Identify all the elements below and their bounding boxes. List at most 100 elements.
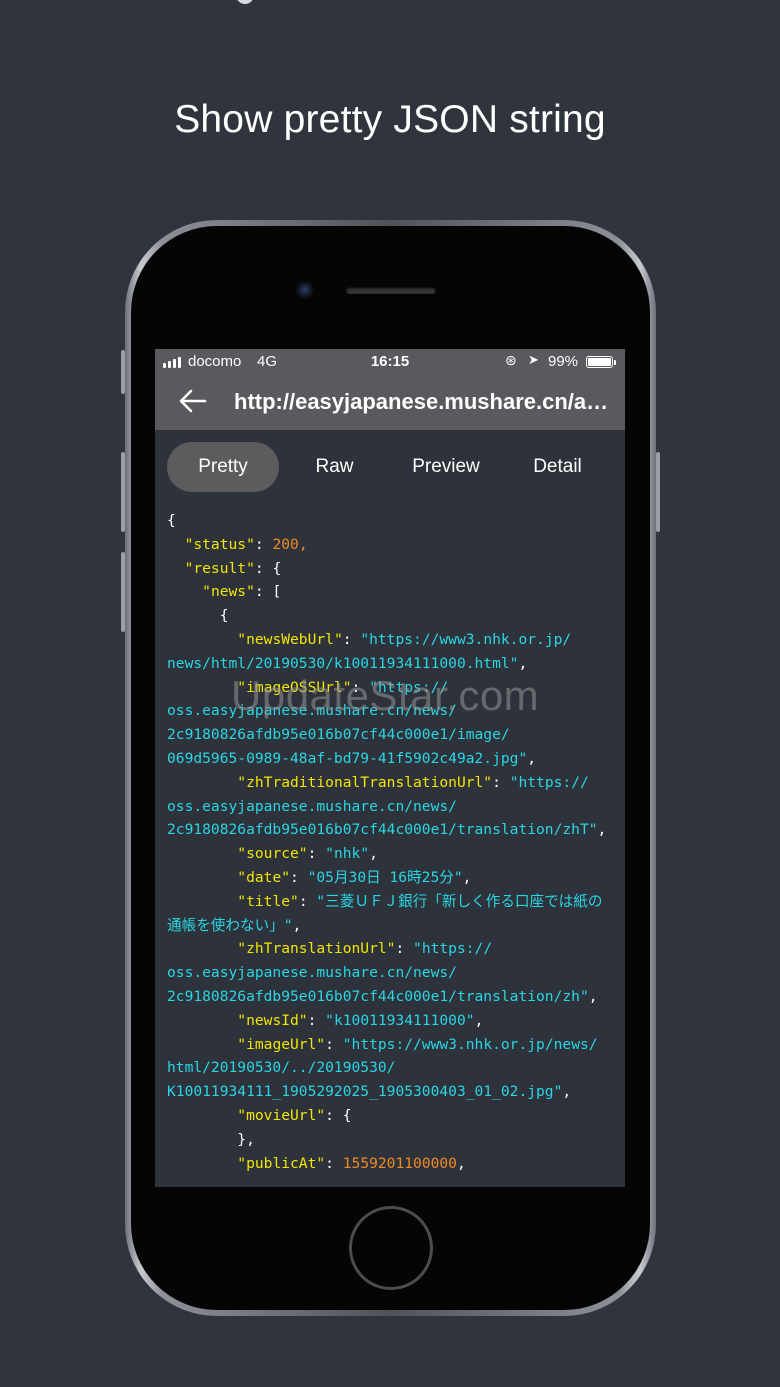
json-token: K10011934111_1905292025_1905300403_01_02… <box>167 1083 563 1101</box>
volume-down-button <box>121 552 125 632</box>
json-line: oss.easyjapanese.mushare.cn/news/ <box>167 699 625 723</box>
tab-preview[interactable]: Preview <box>390 442 502 492</box>
json-token: : <box>492 773 510 791</box>
pretty-json-view[interactable]: { "status": 200, "result": { "news": [ {… <box>167 509 625 1175</box>
json-token: 200 <box>272 535 299 553</box>
json-token: "newsWebUrl" <box>237 630 343 648</box>
json-line: "newsId": "k10011934111000", <box>167 1009 625 1033</box>
json-token: "title" <box>237 892 299 910</box>
json-token: "nhk" <box>325 845 370 863</box>
json-token: 1559201100000 <box>342 1154 457 1172</box>
request-url-title: http://easyjapanese.mushare.cn/api... <box>234 389 619 414</box>
json-token: "三菱ＵＦＪ銀行「新しく作る口座では紙の <box>316 892 603 910</box>
back-arrow-icon[interactable] <box>177 385 209 417</box>
json-line: }, <box>167 1128 625 1152</box>
json-token: { <box>167 512 176 529</box>
json-line: 2c9180826afdb95e016b07cf44c000e1/transla… <box>167 818 625 842</box>
app-screen: docomo 4G 16:15 ⊛ ➤ 99% http://easyjapan… <box>155 349 625 1187</box>
json-line: news/html/20190530/k10011934111000.html"… <box>167 652 625 676</box>
headline: Show pretty JSON string <box>174 98 606 141</box>
json-token: "publicAt" <box>237 1154 326 1172</box>
json-token: : { <box>254 559 282 577</box>
status-bar: docomo 4G 16:15 ⊛ ➤ 99% <box>155 349 625 375</box>
json-token: oss.easyjapanese.mushare.cn/news/ <box>167 797 457 815</box>
json-token: "https://www3.nhk.or.jp/news/ <box>342 1035 598 1053</box>
json-token: "https:// <box>369 678 449 696</box>
json-token: "k10011934111000" <box>325 1011 475 1029</box>
json-token: "result" <box>184 559 255 577</box>
tab-detail[interactable]: Detail <box>502 442 613 492</box>
json-token: "imageUrl" <box>237 1035 326 1053</box>
json-line: "newsWebUrl": "https://www3.nhk.or.jp/ <box>167 628 625 652</box>
json-line: "zhTraditionalTranslationUrl": "https:// <box>167 771 625 795</box>
json-token: "newsId" <box>237 1011 308 1029</box>
previous-slide-edge <box>236 0 254 4</box>
json-token: , <box>562 1083 572 1101</box>
json-token: : <box>351 678 370 696</box>
json-token: : <box>307 845 326 863</box>
json-token: "movieUrl" <box>237 1106 326 1124</box>
json-token: oss.easyjapanese.mushare.cn/news/ <box>167 964 457 982</box>
json-line: oss.easyjapanese.mushare.cn/news/ <box>167 961 625 985</box>
json-line: "title": "三菱ＵＦＪ銀行「新しく作る口座では紙の <box>167 890 625 914</box>
json-line: "date": "05月30日 16時25分", <box>167 866 625 890</box>
json-token: : <box>325 1035 343 1053</box>
json-token: 通帳を使わない」" <box>167 916 293 934</box>
json-token: { <box>167 607 229 625</box>
json-line: "result": { <box>167 557 625 581</box>
tab-pretty[interactable]: Pretty <box>167 442 279 492</box>
json-line: { <box>167 604 625 628</box>
json-token: "news" <box>202 583 255 601</box>
json-token: 2c9180826afdb95e016b07cf44c000e1/transla… <box>167 821 598 839</box>
json-token: "status" <box>184 535 255 553</box>
volume-up-button <box>121 452 125 532</box>
json-token: "05月30日 16時25分" <box>307 868 463 886</box>
json-token: "date" <box>237 868 291 886</box>
earpiece-speaker <box>346 287 436 294</box>
json-token: news/html/20190530/k10011934111000.html" <box>167 654 519 672</box>
json-token: , <box>369 845 378 863</box>
json-token: , <box>474 1011 484 1029</box>
json-token: , <box>518 654 528 672</box>
json-token: "https:// <box>509 773 589 791</box>
json-token: 2c9180826afdb95e016b07cf44c000e1/image/ <box>167 726 510 744</box>
home-button[interactable] <box>349 1206 433 1290</box>
json-token: : <box>254 535 273 553</box>
json-token: "imageOSSUrl" <box>237 678 352 696</box>
json-token: "zhTranslationUrl" <box>237 940 396 958</box>
json-line: 2c9180826afdb95e016b07cf44c000e1/transla… <box>167 985 625 1009</box>
json-token: , <box>456 1154 466 1172</box>
scroll-fade <box>155 1175 625 1187</box>
json-line: "imageOSSUrl": "https:// <box>167 676 625 700</box>
view-mode-tabs: Pretty Raw Preview Detail <box>155 430 625 514</box>
json-token: , <box>588 987 598 1005</box>
json-line: oss.easyjapanese.mushare.cn/news/ <box>167 795 625 819</box>
json-token: : <box>290 868 308 886</box>
json-line: "zhTranslationUrl": "https:// <box>167 937 625 961</box>
json-token: , <box>292 916 302 934</box>
json-token: }, <box>167 1130 255 1148</box>
json-token: : { <box>325 1106 352 1124</box>
tab-raw[interactable]: Raw <box>279 442 390 492</box>
front-camera <box>296 281 314 299</box>
battery-percent: 99% <box>548 353 579 370</box>
json-line: "publicAt": 1559201100000, <box>167 1152 625 1176</box>
json-line: K10011934111_1905292025_1905300403_01_02… <box>167 1080 625 1104</box>
json-token: 2c9180826afdb95e016b07cf44c000e1/transla… <box>167 987 589 1005</box>
json-token: html/20190530/../20190530/ <box>167 1059 396 1077</box>
location-icon: ➤ <box>528 352 539 367</box>
json-token: , <box>298 535 308 553</box>
navigation-bar: docomo 4G 16:15 ⊛ ➤ 99% http://easyjapan… <box>155 349 625 430</box>
json-token: 069d5965-0989-48af-bd79-41f5902c49a2.jpg… <box>167 749 528 767</box>
